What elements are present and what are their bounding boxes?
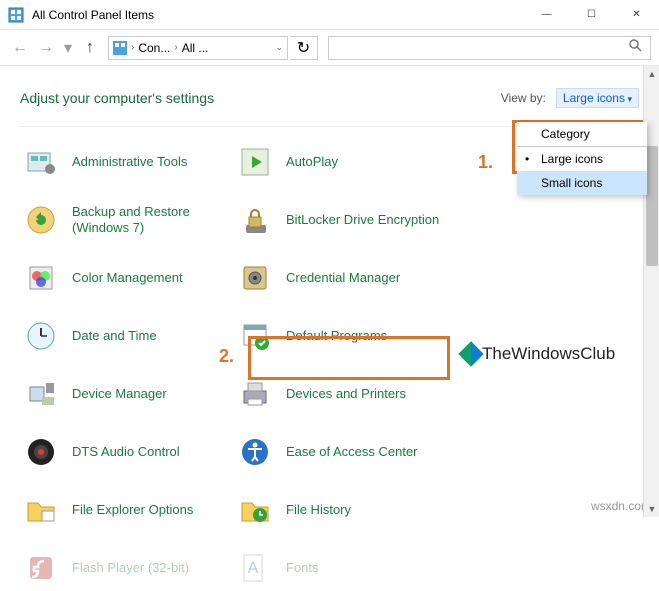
breadcrumb-sep-icon: › (174, 42, 177, 53)
page-heading: Adjust your computer's settings (20, 90, 501, 106)
item-label: Device Manager (72, 386, 167, 402)
address-bar[interactable]: › Con... › All ... ⌄ (108, 36, 288, 60)
item-backup-restore[interactable]: Backup and Restore (Windows 7) (20, 197, 230, 243)
autoplay-icon (238, 145, 272, 179)
item-label: AutoPlay (286, 154, 338, 170)
item-label: Fonts (286, 560, 319, 576)
minimize-button[interactable]: — (524, 0, 569, 29)
item-label: Default Programs (286, 328, 387, 344)
item-flash-player[interactable]: Flash Player (32-bit) (20, 545, 230, 591)
item-dts-audio[interactable]: DTS Audio Control (20, 429, 230, 475)
scroll-up-icon[interactable]: ▲ (644, 66, 659, 82)
item-label: Flash Player (32-bit) (72, 560, 189, 576)
breadcrumb-sep-icon: › (131, 42, 134, 53)
hardware-icon (24, 377, 58, 411)
history-icon (238, 493, 272, 527)
item-ease-of-access[interactable]: Ease of Access Center (234, 429, 444, 475)
view-by-control: View by: Large icons (501, 91, 639, 105)
breadcrumb-seg2[interactable]: All ... (182, 41, 209, 55)
watermark-site: wsxdn.com (591, 499, 651, 513)
content-area: Adjust your computer's settings View by:… (0, 66, 659, 517)
recent-locations-button[interactable]: ▾ (60, 36, 76, 60)
item-fonts[interactable]: A Fonts (234, 545, 444, 591)
view-by-dropdown[interactable]: Large icons (556, 88, 639, 108)
scroll-down-icon[interactable]: ▼ (644, 501, 659, 517)
control-panel-breadcrumb-icon (113, 41, 127, 55)
nav-bar: ← → ▾ ↑ › Con... › All ... ⌄ ↻ (0, 30, 659, 66)
item-label: Devices and Printers (286, 386, 406, 402)
fonts-icon: A (238, 551, 272, 585)
accessibility-icon (238, 435, 272, 469)
item-credential-manager[interactable]: Credential Manager (234, 255, 444, 301)
item-color-management[interactable]: Color Management (20, 255, 230, 301)
item-label: Color Management (72, 270, 183, 286)
item-default-programs[interactable]: Default Programs (234, 313, 444, 359)
item-label: Ease of Access Center (286, 444, 418, 460)
search-box[interactable] (328, 36, 651, 60)
watermark-brand: TheWindowsClub (462, 344, 615, 364)
safe-icon (238, 261, 272, 295)
audio-icon (24, 435, 58, 469)
maximize-button[interactable]: ☐ (569, 0, 614, 29)
item-administrative-tools[interactable]: Administrative Tools (20, 139, 230, 185)
flash-icon (24, 551, 58, 585)
item-label: DTS Audio Control (72, 444, 180, 460)
control-panel-icon (8, 7, 24, 23)
back-button[interactable]: ← (8, 36, 32, 60)
folder-options-icon (24, 493, 58, 527)
programs-icon (238, 319, 272, 353)
color-icon (24, 261, 58, 295)
item-label: Administrative Tools (72, 154, 187, 170)
address-dropdown-icon[interactable]: ⌄ (275, 42, 283, 53)
item-label: Backup and Restore (Windows 7) (72, 204, 226, 237)
clock-icon (24, 319, 58, 353)
annotation-label-2: 2. (219, 346, 234, 367)
up-button[interactable]: ↑ (78, 36, 102, 60)
brand-text: TheWindowsClub (482, 344, 615, 364)
lock-icon (238, 203, 272, 237)
item-device-manager[interactable]: Device Manager (20, 371, 230, 417)
item-autoplay[interactable]: AutoPlay (234, 139, 444, 185)
item-label: Date and Time (72, 328, 157, 344)
view-by-label: View by: (501, 91, 546, 105)
annotation-label-1: 1. (478, 152, 493, 173)
close-button[interactable]: ✕ (614, 0, 659, 29)
menu-item-category[interactable]: Category (517, 122, 647, 146)
breadcrumb-seg1[interactable]: Con... (138, 41, 170, 55)
menu-item-small-icons[interactable]: Small icons (517, 171, 647, 195)
item-label: File History (286, 502, 351, 518)
item-label: BitLocker Drive Encryption (286, 212, 439, 228)
search-input[interactable] (337, 41, 628, 55)
svg-text:A: A (248, 560, 259, 577)
scroll-thumb[interactable] (646, 146, 658, 266)
brand-logo-icon (458, 341, 483, 366)
forward-button[interactable]: → (34, 36, 58, 60)
window-title: All Control Panel Items (32, 8, 524, 22)
item-label: File Explorer Options (72, 502, 193, 518)
search-icon[interactable] (628, 38, 642, 57)
printer-icon (238, 377, 272, 411)
backup-icon (24, 203, 58, 237)
item-file-explorer-options[interactable]: File Explorer Options (20, 487, 230, 533)
title-bar: All Control Panel Items — ☐ ✕ (0, 0, 659, 30)
item-label: Credential Manager (286, 270, 400, 286)
item-file-history[interactable]: File History (234, 487, 444, 533)
menu-item-large-icons[interactable]: Large icons (517, 147, 647, 171)
item-devices-printers[interactable]: Devices and Printers (234, 371, 444, 417)
view-by-menu: Category Large icons Small icons (517, 122, 647, 195)
tools-icon (24, 145, 58, 179)
item-bitlocker[interactable]: BitLocker Drive Encryption (234, 197, 444, 243)
item-date-time[interactable]: Date and Time (20, 313, 230, 359)
refresh-button[interactable]: ↻ (290, 36, 318, 60)
